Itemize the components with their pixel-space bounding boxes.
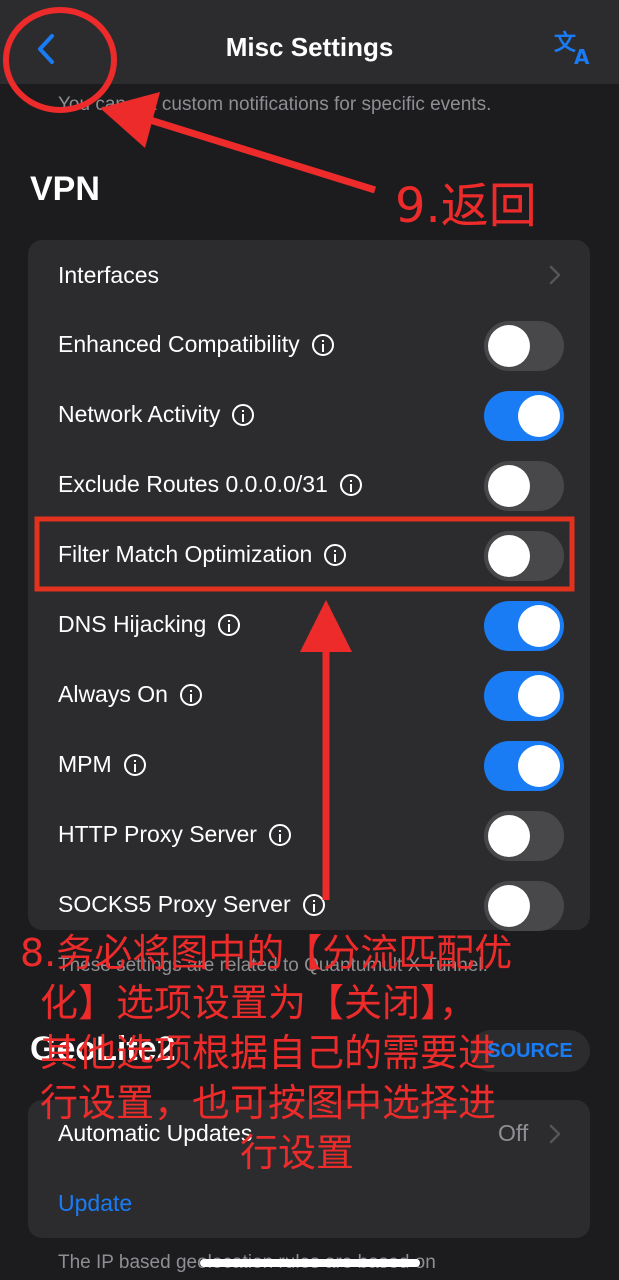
mpm-row: MPM bbox=[58, 751, 146, 778]
annotation-filter-label: 8.务必将图中的【分流匹配优 化】选项设置为【关闭】， 其他选项根据自己的需要进… bbox=[20, 928, 512, 1178]
row-label: DNS Hijacking bbox=[58, 611, 207, 637]
notifications-note: You can set custom notifications for spe… bbox=[58, 94, 492, 115]
annotation-back-label: 9.返回 bbox=[395, 178, 537, 234]
annotation-arrow-line bbox=[148, 116, 377, 194]
annotation-line: 其他选项根据自己的需要进 bbox=[40, 1031, 497, 1075]
mpm-toggle[interactable] bbox=[484, 741, 564, 791]
info-icon[interactable] bbox=[324, 543, 347, 566]
exclude-routes-row: Exclude Routes 0.0.0.0/31 bbox=[58, 471, 362, 498]
info-icon[interactable] bbox=[268, 823, 291, 846]
always-on-toggle[interactable] bbox=[484, 671, 564, 721]
row-label: Always On bbox=[58, 681, 168, 707]
toggle-knob bbox=[518, 675, 560, 717]
row-label: Interfaces bbox=[58, 262, 159, 288]
translate-button[interactable]: 文 A bbox=[552, 28, 596, 69]
update-button[interactable]: Update bbox=[58, 1190, 132, 1217]
interfaces-row[interactable]: Interfaces bbox=[58, 262, 159, 289]
info-icon[interactable] bbox=[232, 403, 255, 426]
exclude-routes-toggle[interactable] bbox=[484, 461, 564, 511]
always-on-row: Always On bbox=[58, 681, 202, 708]
dns-hijacking-toggle[interactable] bbox=[484, 601, 564, 651]
info-icon[interactable] bbox=[302, 893, 325, 916]
http-proxy-toggle[interactable] bbox=[484, 811, 564, 861]
row-label: Network Activity bbox=[58, 401, 221, 427]
home-indicator[interactable] bbox=[200, 1259, 420, 1267]
info-icon[interactable] bbox=[218, 613, 241, 636]
annotation-line: 行设置，也可按图中选择进 bbox=[40, 1081, 497, 1125]
vpn-section-title: VPN bbox=[30, 170, 100, 208]
info-icon[interactable] bbox=[311, 333, 334, 356]
network-activity-row: Network Activity bbox=[58, 401, 255, 428]
row-label: Exclude Routes 0.0.0.0/31 bbox=[58, 471, 328, 497]
toggle-knob bbox=[518, 745, 560, 787]
dns-hijacking-row: DNS Hijacking bbox=[58, 611, 241, 638]
filter-match-optimization-toggle[interactable] bbox=[484, 531, 564, 581]
toggle-knob bbox=[488, 535, 530, 577]
enhanced-compatibility-row: Enhanced Compatibility bbox=[58, 331, 334, 358]
toggle-knob bbox=[518, 605, 560, 647]
translate-icon: 文 A bbox=[554, 30, 590, 69]
chevron-right-icon bbox=[549, 265, 561, 285]
enhanced-compatibility-toggle[interactable] bbox=[484, 321, 564, 371]
row-label: HTTP Proxy Server bbox=[58, 821, 257, 847]
row-label: SOCKS5 Proxy Server bbox=[58, 891, 291, 917]
toggle-knob bbox=[488, 885, 530, 927]
socks5-proxy-toggle[interactable] bbox=[484, 881, 564, 931]
chevron-right-icon bbox=[549, 1124, 561, 1144]
toggle-knob bbox=[488, 815, 530, 857]
annotation-line: 化】选项设置为【关闭】， bbox=[40, 981, 478, 1025]
filter-match-optimization-row: Filter Match Optimization bbox=[58, 541, 347, 568]
http-proxy-row: HTTP Proxy Server bbox=[58, 821, 291, 848]
network-activity-toggle[interactable] bbox=[484, 391, 564, 441]
row-label: MPM bbox=[58, 751, 112, 777]
annotation-line: 8.务必将图中的【分流匹配优 bbox=[20, 931, 513, 975]
info-icon[interactable] bbox=[179, 683, 202, 706]
page-title: Misc Settings bbox=[225, 32, 394, 62]
socks5-proxy-row: SOCKS5 Proxy Server bbox=[58, 891, 325, 918]
svg-text:A: A bbox=[574, 45, 590, 68]
info-icon[interactable] bbox=[339, 473, 362, 496]
annotation-line: 行设置 bbox=[240, 1131, 355, 1175]
info-icon[interactable] bbox=[123, 753, 146, 776]
toggle-knob bbox=[518, 395, 560, 437]
row-label: Filter Match Optimization bbox=[58, 541, 313, 567]
row-label: Enhanced Compatibility bbox=[58, 331, 300, 357]
toggle-knob bbox=[488, 325, 530, 367]
toggle-knob bbox=[488, 465, 530, 507]
